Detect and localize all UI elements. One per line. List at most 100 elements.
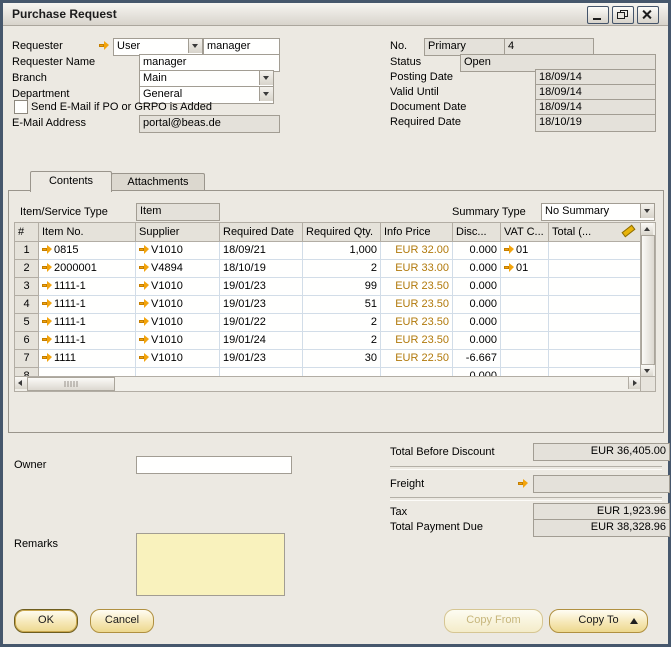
cell-supplier[interactable]: V1010 xyxy=(136,314,220,332)
link-arrow-icon[interactable] xyxy=(42,281,52,290)
cell-total[interactable] xyxy=(549,278,641,296)
row-number[interactable]: 7 xyxy=(15,350,39,368)
summary-type-combo[interactable]: No Summary xyxy=(541,203,655,221)
cell-total[interactable] xyxy=(549,350,641,368)
copy-to-button[interactable]: Copy To xyxy=(549,609,648,633)
cell-required-date[interactable]: 19/01/23 xyxy=(220,278,303,296)
cell-item-no[interactable]: 2000001 xyxy=(39,260,136,278)
close-button[interactable] xyxy=(637,6,659,24)
cell-discount[interactable]: 0.000 xyxy=(453,314,501,332)
cell-required-date[interactable]: 18/10/19 xyxy=(220,260,303,278)
cell-item-no[interactable]: 1111-1 xyxy=(39,314,136,332)
cell-required-date[interactable]: 18/09/21 xyxy=(220,242,303,260)
ok-button[interactable]: OK xyxy=(14,609,78,633)
cell-supplier[interactable]: V1010 xyxy=(136,296,220,314)
required-date-field[interactable]: 18/10/19 xyxy=(535,114,656,132)
link-arrow-icon[interactable] xyxy=(139,281,149,290)
dropdown-arrow-icon[interactable] xyxy=(259,87,273,101)
link-arrow-icon[interactable] xyxy=(42,245,52,254)
cell-info-price[interactable]: EUR 23.50 xyxy=(381,278,453,296)
tab-contents[interactable]: Contents xyxy=(30,171,112,192)
cell-item-no[interactable]: 1111-1 xyxy=(39,278,136,296)
cell-item-no[interactable]: 1111 xyxy=(39,350,136,368)
remarks-textarea[interactable] xyxy=(136,533,285,596)
cell-total[interactable] xyxy=(549,314,641,332)
title-bar[interactable]: Purchase Request xyxy=(3,3,668,26)
cell-discount[interactable]: 0.000 xyxy=(453,260,501,278)
cell-required-date[interactable]: 19/01/23 xyxy=(220,296,303,314)
col-header-num[interactable]: # xyxy=(15,223,39,242)
col-header-discount[interactable]: Disc... xyxy=(453,223,501,242)
cell-required-qty[interactable]: 2 xyxy=(303,332,381,350)
cell-discount[interactable]: 0.000 xyxy=(453,332,501,350)
cell-vat[interactable]: 01 xyxy=(501,260,549,278)
cell-info-price[interactable]: EUR 23.50 xyxy=(381,296,453,314)
cell-info-price[interactable]: EUR 33.00 xyxy=(381,260,453,278)
cell-vat[interactable] xyxy=(501,332,549,350)
cell-required-qty[interactable]: 99 xyxy=(303,278,381,296)
grid-pencil-icon[interactable] xyxy=(620,224,635,237)
cell-total[interactable] xyxy=(549,332,641,350)
row-number[interactable]: 5 xyxy=(15,314,39,332)
link-arrow-icon[interactable] xyxy=(139,353,149,362)
cell-discount[interactable]: -6.667 xyxy=(453,350,501,368)
tab-attachments[interactable]: Attachments xyxy=(111,173,205,191)
cell-info-price[interactable]: EUR 23.50 xyxy=(381,314,453,332)
cell-vat[interactable]: 01 xyxy=(501,242,549,260)
link-arrow-icon[interactable] xyxy=(99,41,109,50)
col-header-supplier[interactable]: Supplier xyxy=(136,223,220,242)
link-arrow-icon[interactable] xyxy=(139,299,149,308)
cell-vat[interactable] xyxy=(501,296,549,314)
cell-info-price[interactable]: EUR 23.50 xyxy=(381,332,453,350)
item-service-type-field[interactable]: Item xyxy=(136,203,220,221)
cell-required-qty[interactable]: 30 xyxy=(303,350,381,368)
link-arrow-icon[interactable] xyxy=(139,245,149,254)
cell-supplier[interactable]: V1010 xyxy=(136,242,220,260)
cell-required-date[interactable]: 19/01/23 xyxy=(220,350,303,368)
email-field[interactable]: portal@beas.de xyxy=(139,115,280,133)
cell-required-qty[interactable]: 2 xyxy=(303,260,381,278)
cell-vat[interactable] xyxy=(501,350,549,368)
dropdown-arrow-icon[interactable] xyxy=(640,204,654,218)
link-arrow-icon[interactable] xyxy=(42,263,52,272)
cell-item-no[interactable]: 0815 xyxy=(39,242,136,260)
cell-supplier[interactable]: V1010 xyxy=(136,350,220,368)
link-arrow-icon[interactable] xyxy=(504,263,514,272)
cell-discount[interactable]: 0.000 xyxy=(453,242,501,260)
link-arrow-icon[interactable] xyxy=(518,479,528,488)
copy-from-button[interactable]: Copy From xyxy=(444,609,543,633)
horizontal-scroll-thumb[interactable] xyxy=(27,377,115,391)
owner-field[interactable] xyxy=(136,456,292,474)
cell-total[interactable] xyxy=(549,242,641,260)
table-horizontal-scrollbar[interactable] xyxy=(14,376,642,392)
row-number[interactable]: 6 xyxy=(15,332,39,350)
dropdown-arrow-icon[interactable] xyxy=(259,71,273,85)
cell-required-qty[interactable]: 51 xyxy=(303,296,381,314)
cancel-button[interactable]: Cancel xyxy=(90,609,154,633)
table-vertical-scrollbar[interactable] xyxy=(640,222,656,378)
send-email-checkbox[interactable] xyxy=(14,100,28,114)
link-arrow-icon[interactable] xyxy=(139,317,149,326)
cell-discount[interactable]: 0.000 xyxy=(453,296,501,314)
cell-total[interactable] xyxy=(549,296,641,314)
cell-required-qty[interactable]: 1,000 xyxy=(303,242,381,260)
link-arrow-icon[interactable] xyxy=(42,353,52,362)
dropdown-arrow-icon[interactable] xyxy=(188,39,202,53)
row-number[interactable]: 2 xyxy=(15,260,39,278)
col-header-item-no[interactable]: Item No. xyxy=(39,223,136,242)
cell-required-date[interactable]: 19/01/24 xyxy=(220,332,303,350)
cell-supplier[interactable]: V4894 xyxy=(136,260,220,278)
row-number[interactable]: 4 xyxy=(15,296,39,314)
link-arrow-icon[interactable] xyxy=(42,317,52,326)
cell-required-qty[interactable]: 2 xyxy=(303,314,381,332)
cell-discount[interactable]: 0.000 xyxy=(453,278,501,296)
cell-total[interactable] xyxy=(549,260,641,278)
col-header-vat[interactable]: VAT C... xyxy=(501,223,549,242)
col-header-required-date[interactable]: Required Date xyxy=(220,223,303,242)
link-arrow-icon[interactable] xyxy=(42,299,52,308)
minimize-button[interactable] xyxy=(587,6,609,24)
link-arrow-icon[interactable] xyxy=(504,245,514,254)
cell-required-date[interactable]: 19/01/22 xyxy=(220,314,303,332)
link-arrow-icon[interactable] xyxy=(42,335,52,344)
row-number[interactable]: 1 xyxy=(15,242,39,260)
